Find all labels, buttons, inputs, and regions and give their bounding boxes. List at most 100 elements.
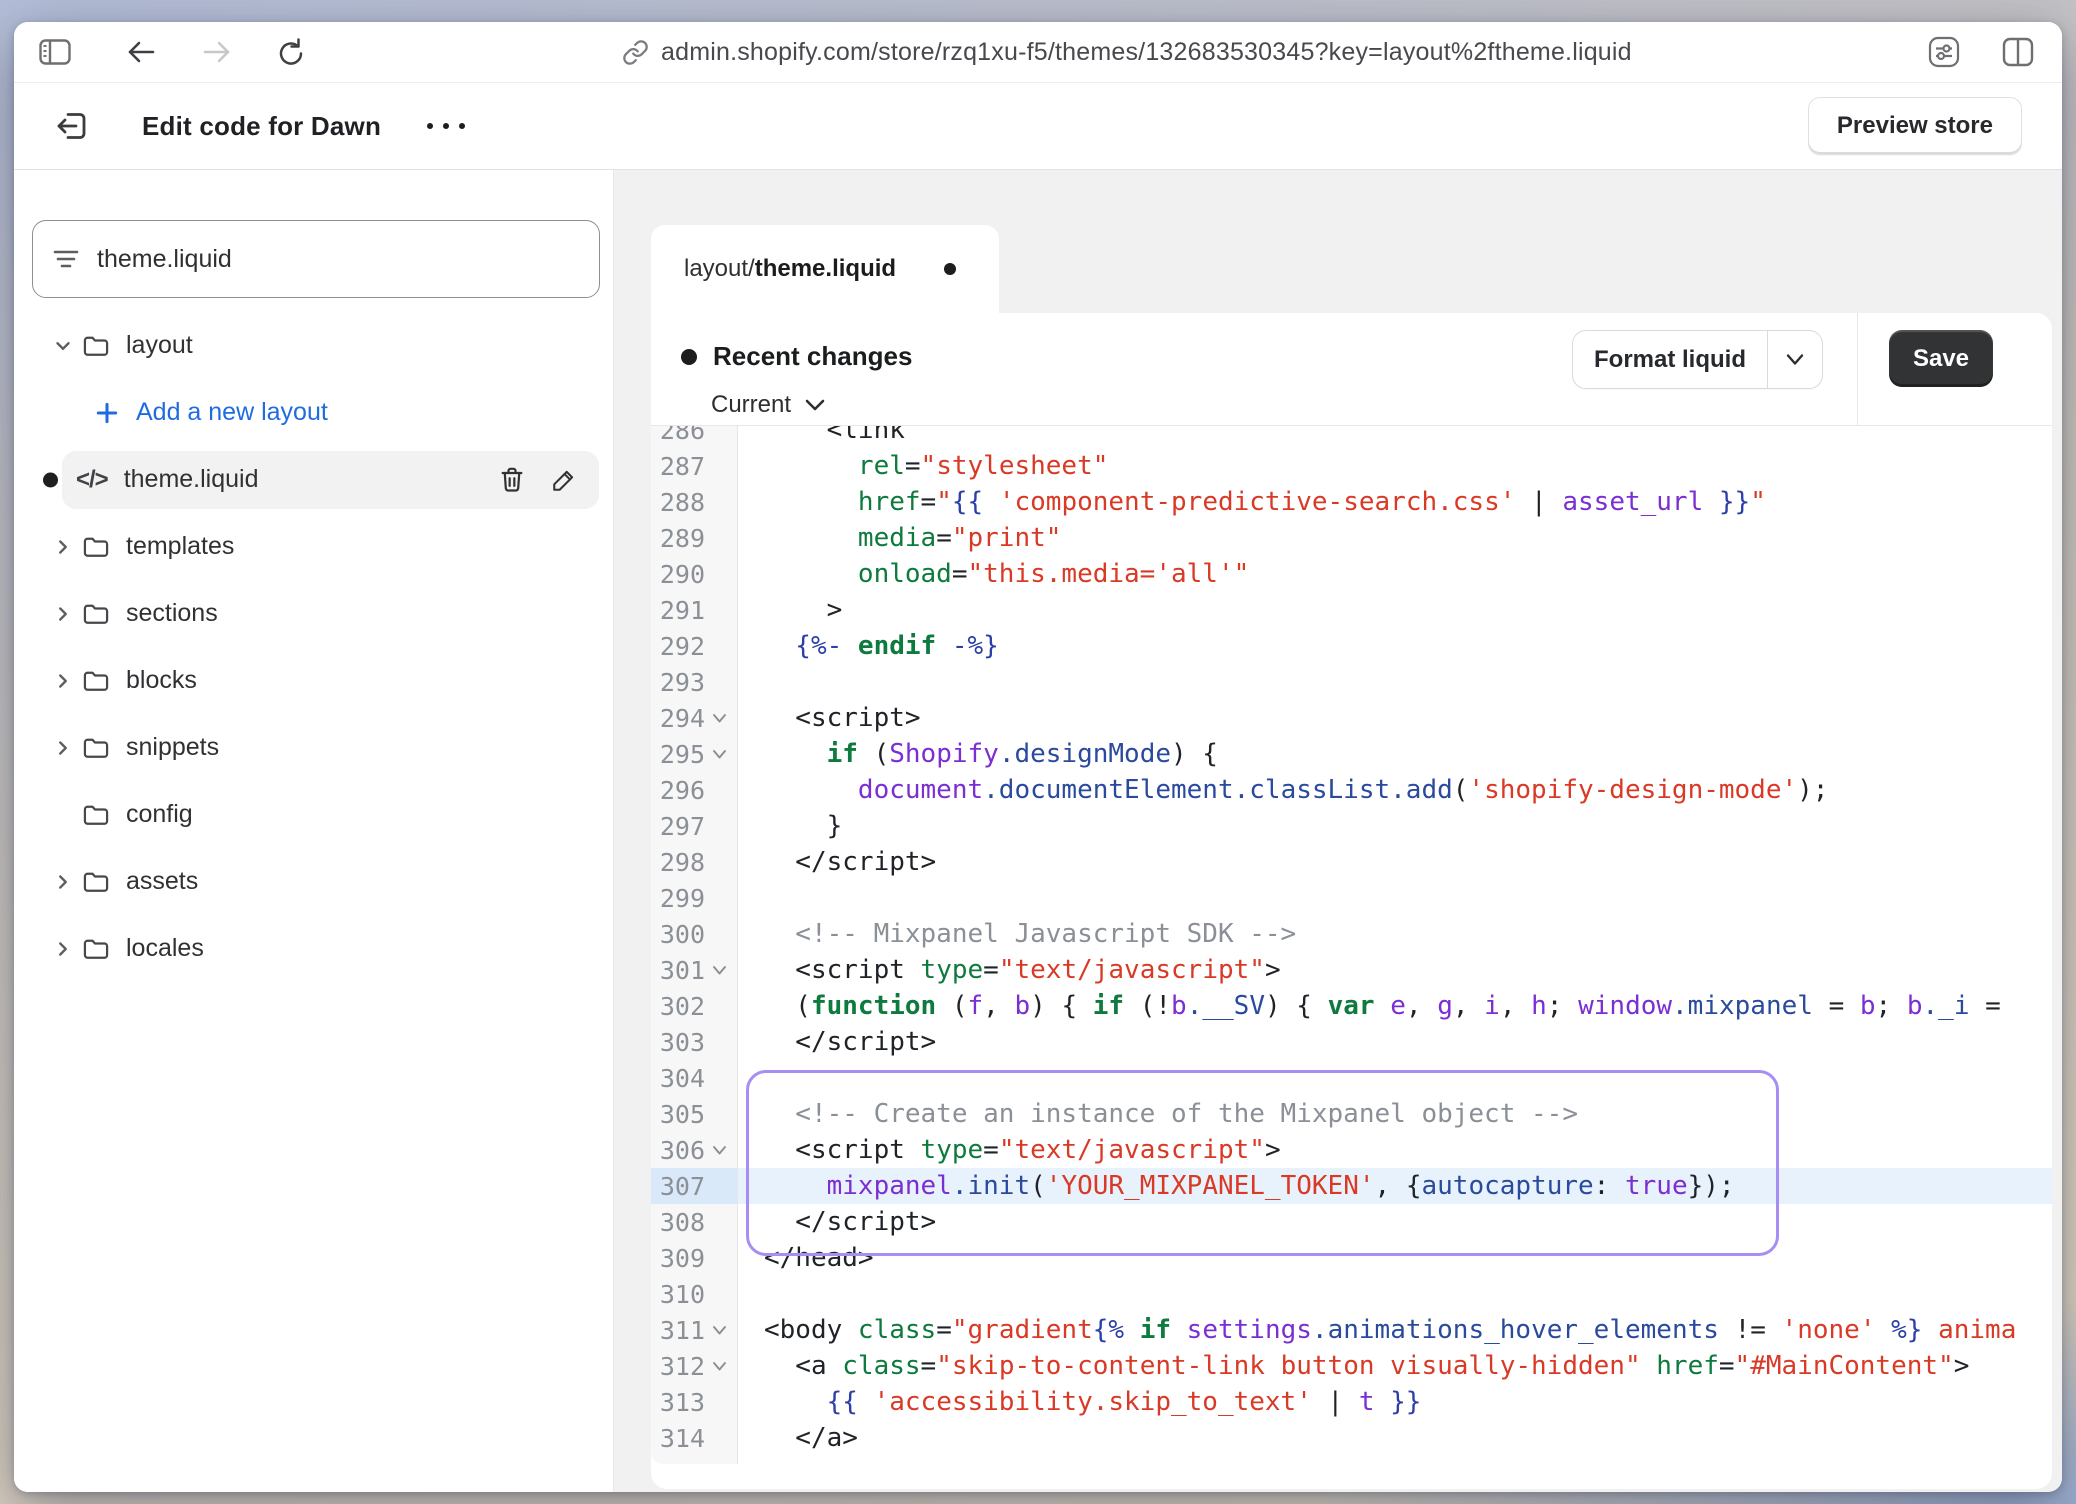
code-line-313[interactable]: {{ 'accessibility.skip_to_text' | t }} [738,1384,2052,1420]
sidebar-item-blocks[interactable]: blocks [14,647,613,714]
sidebar-item-theme-liquid[interactable]: </>theme.liquid [14,446,613,513]
fold-chevron-icon[interactable] [712,749,727,760]
code-line-314[interactable]: </a> [738,1420,2052,1456]
sidebar-item-label: sections [126,599,218,628]
sidebar-item-snippets[interactable]: snippets [14,714,613,781]
unsaved-dot [944,263,956,275]
line-number-311: 311 [651,1312,737,1348]
browser-back-icon[interactable] [124,35,158,69]
chevron-right-icon[interactable] [52,670,74,692]
sidebar-item-config[interactable]: config [14,781,613,848]
version-dropdown[interactable]: Current [711,391,825,419]
code-line-312[interactable]: <a class="skip-to-content-link button vi… [738,1348,2052,1384]
sidebar-item-add-a-new-layout[interactable]: Add a new layout [14,379,613,446]
code-line-303[interactable]: </script> [738,1024,2052,1060]
sidebar-item-label: theme.liquid [124,465,259,494]
plus-icon [94,400,120,426]
pencil-icon[interactable] [551,467,577,493]
code-line-297[interactable]: } [738,808,2052,844]
code-line-299[interactable] [738,880,2052,916]
recent-changes-dot [681,349,697,365]
code-line-305[interactable]: <!-- Create an instance of the Mixpanel … [738,1096,2052,1132]
line-number-305: 305 [651,1096,737,1132]
trash-icon[interactable] [499,466,525,494]
line-number-287: 287 [651,448,737,484]
browser-sidebar-toggle-icon[interactable] [38,35,72,69]
chevron-right-icon[interactable] [52,603,74,625]
more-actions-icon[interactable] [427,123,465,129]
code-line-308[interactable]: </script> [738,1204,2052,1240]
browser-settings-icon[interactable] [1928,36,1960,68]
code-line-287[interactable]: rel="stylesheet" [738,448,2052,484]
chevron-right-icon[interactable] [52,938,74,960]
code-line-304[interactable] [738,1060,2052,1096]
sidebar-item-assets[interactable]: assets [14,848,613,915]
tab-theme-liquid[interactable]: layout/theme.liquid [651,225,999,313]
code-line-298[interactable]: </script> [738,844,2052,880]
code-area[interactable]: <link rel="stylesheet" href="{{ 'compone… [738,426,2052,1489]
filter-icon [53,248,79,270]
file-sidebar: layoutAdd a new layout</>theme.liquidtem… [14,170,614,1492]
code-line-311[interactable]: <body class="gradient{% if settings.anim… [738,1312,2052,1348]
editor-card-header: Recent changes Current Format liquid Sav… [651,313,2052,426]
chevron-right-icon[interactable] [52,871,74,893]
browser-reload-icon[interactable] [274,35,308,69]
fold-chevron-icon[interactable] [712,713,727,724]
code-line-286[interactable]: <link [738,426,2052,448]
code-line-306[interactable]: <script type="text/javascript"> [738,1132,2052,1168]
browser-forward-icon[interactable] [200,35,234,69]
code-line-301[interactable]: <script type="text/javascript"> [738,952,2052,988]
code-line-294[interactable]: <script> [738,700,2052,736]
code-editor[interactable]: 2862872882892902912922932942952962972982… [651,426,2052,1489]
code-line-293[interactable] [738,664,2052,700]
sidebar-item-layout[interactable]: layout [14,312,613,379]
code-line-310[interactable] [738,1276,2052,1312]
sidebar-item-locales[interactable]: locales [14,915,613,982]
url-text[interactable]: admin.shopify.com/store/rzq1xu-f5/themes… [661,38,1632,67]
fold-chevron-icon[interactable] [712,1325,727,1336]
line-number-309: 309 [651,1240,737,1276]
code-line-309[interactable]: </head> [738,1240,2052,1276]
recent-changes-label: Recent changes [713,341,912,372]
code-line-302[interactable]: (function (f, b) { if (!b.__SV) { var e,… [738,988,2052,1024]
file-tree: layoutAdd a new layout</>theme.liquidtem… [14,312,613,982]
code-line-300[interactable]: <!-- Mixpanel Javascript SDK --> [738,916,2052,952]
folder-icon [82,869,110,895]
code-line-288[interactable]: href="{{ 'component-predictive-search.cs… [738,484,2052,520]
rename-file-button[interactable] [551,467,577,493]
sidebar-item-label: blocks [126,666,197,695]
code-line-291[interactable]: > [738,592,2052,628]
line-number-314: 314 [651,1420,737,1456]
code-line-295[interactable]: if (Shopify.designMode) { [738,736,2052,772]
format-liquid-dropdown[interactable] [1767,331,1822,388]
delete-file-button[interactable] [499,467,525,493]
file-search-box[interactable] [32,220,600,298]
line-number-303: 303 [651,1024,737,1060]
fold-chevron-icon[interactable] [712,1145,727,1156]
search-input[interactable] [97,245,579,274]
browser-split-view-icon[interactable] [2002,37,2034,67]
code-line-290[interactable]: onload="this.media='all'" [738,556,2052,592]
chevron-right-icon[interactable] [52,737,74,759]
code-line-292[interactable]: {%- endif -%} [738,628,2052,664]
preview-store-button[interactable]: Preview store [1808,97,2022,155]
fold-chevron-icon[interactable] [712,965,727,976]
format-liquid-button[interactable]: Format liquid [1573,331,1767,388]
code-line-296[interactable]: document.documentElement.classList.add('… [738,772,2052,808]
code-line-289[interactable]: media="print" [738,520,2052,556]
exit-editor-icon[interactable] [54,108,90,144]
save-button[interactable]: Save [1889,330,1993,387]
folder-icon [82,668,110,694]
tab-path-prefix: layout/ [684,255,755,283]
fold-chevron-icon[interactable] [712,1361,727,1372]
chevron-down-icon[interactable] [52,335,74,357]
line-number-298: 298 [651,844,737,880]
line-number-301: 301 [651,952,737,988]
sidebar-item-sections[interactable]: sections [14,580,613,647]
chevron-right-icon[interactable] [52,536,74,558]
sidebar-item-templates[interactable]: templates [14,513,613,580]
folder-icon [82,333,110,359]
code-line-307[interactable]: mixpanel.init('YOUR_MIXPANEL_TOKEN', {au… [738,1168,2052,1204]
editor-card: Recent changes Current Format liquid Sav… [651,313,2052,1489]
line-number-312: 312 [651,1348,737,1384]
